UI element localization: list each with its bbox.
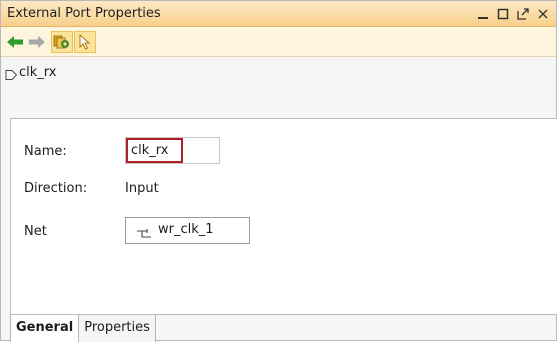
net-link-button[interactable]: wr_clk_1 xyxy=(125,217,250,244)
minimize-icon[interactable] xyxy=(476,6,490,22)
object-path-label: clk_rx xyxy=(19,65,57,80)
tab-general[interactable]: General xyxy=(10,315,80,342)
net-icon xyxy=(136,225,152,244)
net-value[interactable]: wr_clk_1 xyxy=(158,222,214,237)
float-icon[interactable] xyxy=(516,6,530,22)
general-properties-panel xyxy=(10,118,557,315)
name-input[interactable]: clk_rx xyxy=(125,137,220,164)
close-icon[interactable] xyxy=(536,6,550,22)
name-label: Name: xyxy=(24,144,67,159)
properties-tabs: General Properties xyxy=(10,315,156,342)
name-input-value[interactable]: clk_rx xyxy=(126,138,183,163)
auto-update-icon[interactable] xyxy=(51,31,73,53)
direction-value: Input xyxy=(125,181,159,196)
external-port-properties-window: External Port Properties clk_rx Name: cl… xyxy=(0,0,557,342)
back-arrow-icon[interactable] xyxy=(4,31,26,53)
forward-arrow-icon[interactable] xyxy=(26,31,48,53)
port-icon xyxy=(5,66,18,85)
toolbar xyxy=(1,27,556,57)
select-pointer-icon[interactable] xyxy=(74,31,96,53)
window-title: External Port Properties xyxy=(7,6,161,21)
tab-properties[interactable]: Properties xyxy=(79,315,156,342)
maximize-icon[interactable] xyxy=(496,6,510,22)
direction-label: Direction: xyxy=(24,181,88,196)
window-controls xyxy=(476,4,550,24)
object-path-bar: clk_rx xyxy=(1,58,556,110)
title-bar[interactable]: External Port Properties xyxy=(1,1,556,27)
net-label: Net xyxy=(24,224,47,239)
